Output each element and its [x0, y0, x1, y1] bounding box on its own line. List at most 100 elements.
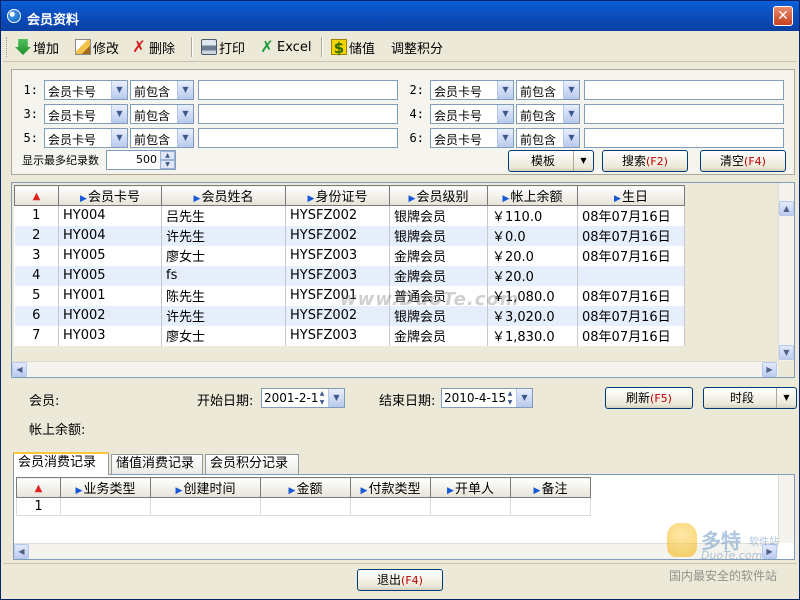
column-header-birthday[interactable]: ▶生日 — [577, 185, 685, 206]
chevron-down-icon[interactable]: ▼ — [573, 151, 593, 171]
column-arrow-icon: ▶ — [175, 486, 183, 496]
recharge-button[interactable]: $ 储值 — [331, 36, 375, 58]
watermark-slogan: 国内最安全的软件站 — [669, 569, 778, 583]
filter-field-select[interactable]: 会员卡号 ▼ — [430, 80, 514, 100]
tab-member-consumption[interactable]: 会员消费记录 — [13, 452, 109, 475]
column-header-balance[interactable]: ▶帐上余额 — [487, 185, 578, 206]
filter-operator-select[interactable]: 前包含 ▼ — [516, 80, 580, 100]
print-button[interactable]: 打印 — [201, 36, 245, 58]
column-header-label: 备注 — [541, 482, 568, 497]
clear-button[interactable]: 清空(F4) — [700, 150, 786, 172]
period-button[interactable]: 时段 ▼ — [703, 387, 797, 409]
tab-stored-value-consumption[interactable]: 储值消费记录 — [111, 454, 203, 474]
chevron-down-icon[interactable]: ▼ — [328, 389, 344, 407]
scroll-left-icon[interactable]: ◀ — [14, 544, 29, 559]
search-button[interactable]: 搜索(F2) — [602, 150, 688, 172]
delete-button[interactable]: ✗ 删除 — [131, 36, 175, 58]
add-button[interactable]: 增加 — [15, 36, 59, 58]
filter-value-input[interactable] — [198, 80, 398, 100]
exit-label: 退出 — [377, 573, 402, 587]
spin-icon[interactable]: ▲ ▼ — [505, 389, 515, 407]
filter-operator-value: 前包含 — [134, 85, 171, 99]
column-header-card-no[interactable]: ▶会员卡号 — [58, 185, 162, 206]
member-grid[interactable]: ▲ ▶会员卡号 ▶会员姓名 ▶身份证号 ▶会员级别 ▶帐上余额 ▶生日 1 HY0… — [11, 182, 795, 378]
filter-operator-select[interactable]: 前包含 ▼ — [130, 104, 194, 124]
title-bar: 会员资料 ✕ — [1, 1, 799, 31]
filter-value-input[interactable] — [198, 104, 398, 124]
filter-field-select[interactable]: 会员卡号 ▼ — [430, 104, 514, 124]
table-row[interactable]: 7 HY003 廖女士 HYSFZ003 金牌会员 ￥1,830.0 08年07月16日 — [14, 325, 685, 346]
end-date-picker[interactable]: 2010-4-15 ▲ ▼ ▼ — [441, 388, 533, 408]
column-header-remark[interactable]: ▶备注 — [510, 477, 591, 498]
filter-operator-select[interactable]: 前包含 ▼ — [516, 128, 580, 148]
row-number-header[interactable]: ▲ — [16, 477, 61, 498]
exit-button[interactable]: 退出(F4) — [357, 569, 443, 591]
column-header-operator[interactable]: ▶开单人 — [430, 477, 511, 498]
adjust-points-button[interactable]: 调整积分 — [391, 36, 443, 58]
column-header-amount[interactable]: ▶金额 — [260, 477, 351, 498]
edit-label: 修改 — [93, 41, 120, 57]
filter-field-select[interactable]: 会员卡号 ▼ — [430, 128, 514, 148]
table-cell: ￥20.0 — [487, 265, 578, 286]
filter-value-input[interactable] — [584, 80, 784, 100]
excel-button[interactable]: ✗ Excel — [259, 36, 311, 58]
filter-value-input[interactable] — [198, 128, 398, 148]
column-header-label: 创建时间 — [183, 482, 236, 497]
template-label: 模板 — [531, 154, 556, 168]
column-header-label: 会员级别 — [416, 190, 469, 205]
toolbar-grip — [6, 37, 9, 57]
filter-operator-select[interactable]: 前包含 ▼ — [516, 104, 580, 124]
column-arrow-icon: ▶ — [360, 486, 368, 496]
column-header-level[interactable]: ▶会员级别 — [389, 185, 488, 206]
filter-operator-value: 前包含 — [520, 85, 557, 99]
scroll-right-icon[interactable]: ▶ — [762, 362, 777, 377]
column-header-business-type[interactable]: ▶业务类型 — [60, 477, 151, 498]
filter-field-select[interactable]: 会员卡号 ▼ — [44, 104, 128, 124]
table-row[interactable]: 1 — [16, 497, 591, 516]
table-row[interactable]: 3 HY005 廖女士 HYSFZ003 金牌会员 ￥20.0 08年07月16日 — [14, 245, 685, 266]
column-header-created-time[interactable]: ▶创建时间 — [150, 477, 261, 498]
filter-row-number: 5: — [23, 131, 38, 145]
scroll-down-icon[interactable]: ▼ — [779, 345, 794, 360]
table-cell: 08年07月16日 — [577, 285, 685, 306]
chevron-down-icon[interactable]: ▼ — [776, 388, 796, 408]
table-cell: HY004 — [58, 225, 162, 246]
filter-field-value: 会员卡号 — [48, 133, 97, 147]
filter-row-number: 4: — [409, 107, 424, 121]
period-label: 时段 — [730, 391, 755, 405]
filter-field-select[interactable]: 会员卡号 ▼ — [44, 80, 128, 100]
table-cell: 08年07月16日 — [577, 225, 685, 246]
scroll-left-icon[interactable]: ◀ — [12, 362, 27, 377]
clear-hotkey: (F4) — [744, 155, 766, 168]
watermark-center: www.DuoTe.com — [340, 289, 520, 310]
template-button[interactable]: 模板 ▼ — [508, 150, 594, 172]
filter-value-input[interactable] — [584, 128, 784, 148]
table-row[interactable]: 4 HY005 fs HYSFZ003 金牌会员 ￥20.0 — [14, 265, 685, 286]
filter-value-input[interactable] — [584, 104, 784, 124]
row-number-header[interactable]: ▲ — [14, 185, 59, 206]
edit-button[interactable]: 修改 — [75, 36, 119, 58]
column-header-payment-type[interactable]: ▶付款类型 — [350, 477, 431, 498]
search-label: 搜索 — [622, 154, 647, 168]
column-header-name[interactable]: ▶会员姓名 — [161, 185, 286, 206]
max-records-spinner[interactable]: 500 ▲ ▼ — [106, 150, 176, 170]
horizontal-scrollbar[interactable]: ◀ ▶ — [12, 361, 778, 377]
table-row[interactable]: 2 HY004 许先生 HYSFZ002 银牌会员 ￥0.0 08年07月16日 — [14, 225, 685, 246]
spin-icon[interactable]: ▲ ▼ — [317, 389, 327, 407]
filter-operator-select[interactable]: 前包含 ▼ — [130, 128, 194, 148]
filter-field-select[interactable]: 会员卡号 ▼ — [44, 128, 128, 148]
start-date-picker[interactable]: 2001-2-1 ▲ ▼ ▼ — [261, 388, 345, 408]
horizontal-scrollbar[interactable]: ◀ ▶ — [14, 543, 778, 559]
refresh-button[interactable]: 刷新(F5) — [605, 387, 693, 409]
start-date-label: 开始日期: — [197, 394, 254, 409]
spin-down-icon[interactable]: ▼ — [160, 160, 175, 169]
scroll-up-icon[interactable]: ▲ — [779, 201, 794, 216]
spin-up-icon[interactable]: ▲ — [160, 151, 175, 160]
vertical-scrollbar[interactable]: ▲ ▼ — [778, 183, 794, 361]
chevron-down-icon[interactable]: ▼ — [516, 389, 532, 407]
filter-operator-select[interactable]: 前包含 ▼ — [130, 80, 194, 100]
column-header-id-no[interactable]: ▶身份证号 — [285, 185, 390, 206]
close-button[interactable]: ✕ — [773, 6, 793, 26]
tab-member-points[interactable]: 会员积分记录 — [205, 454, 299, 474]
table-row[interactable]: 1 HY004 吕先生 HYSFZ002 银牌会员 ￥110.0 08年07月16日 — [14, 205, 685, 226]
